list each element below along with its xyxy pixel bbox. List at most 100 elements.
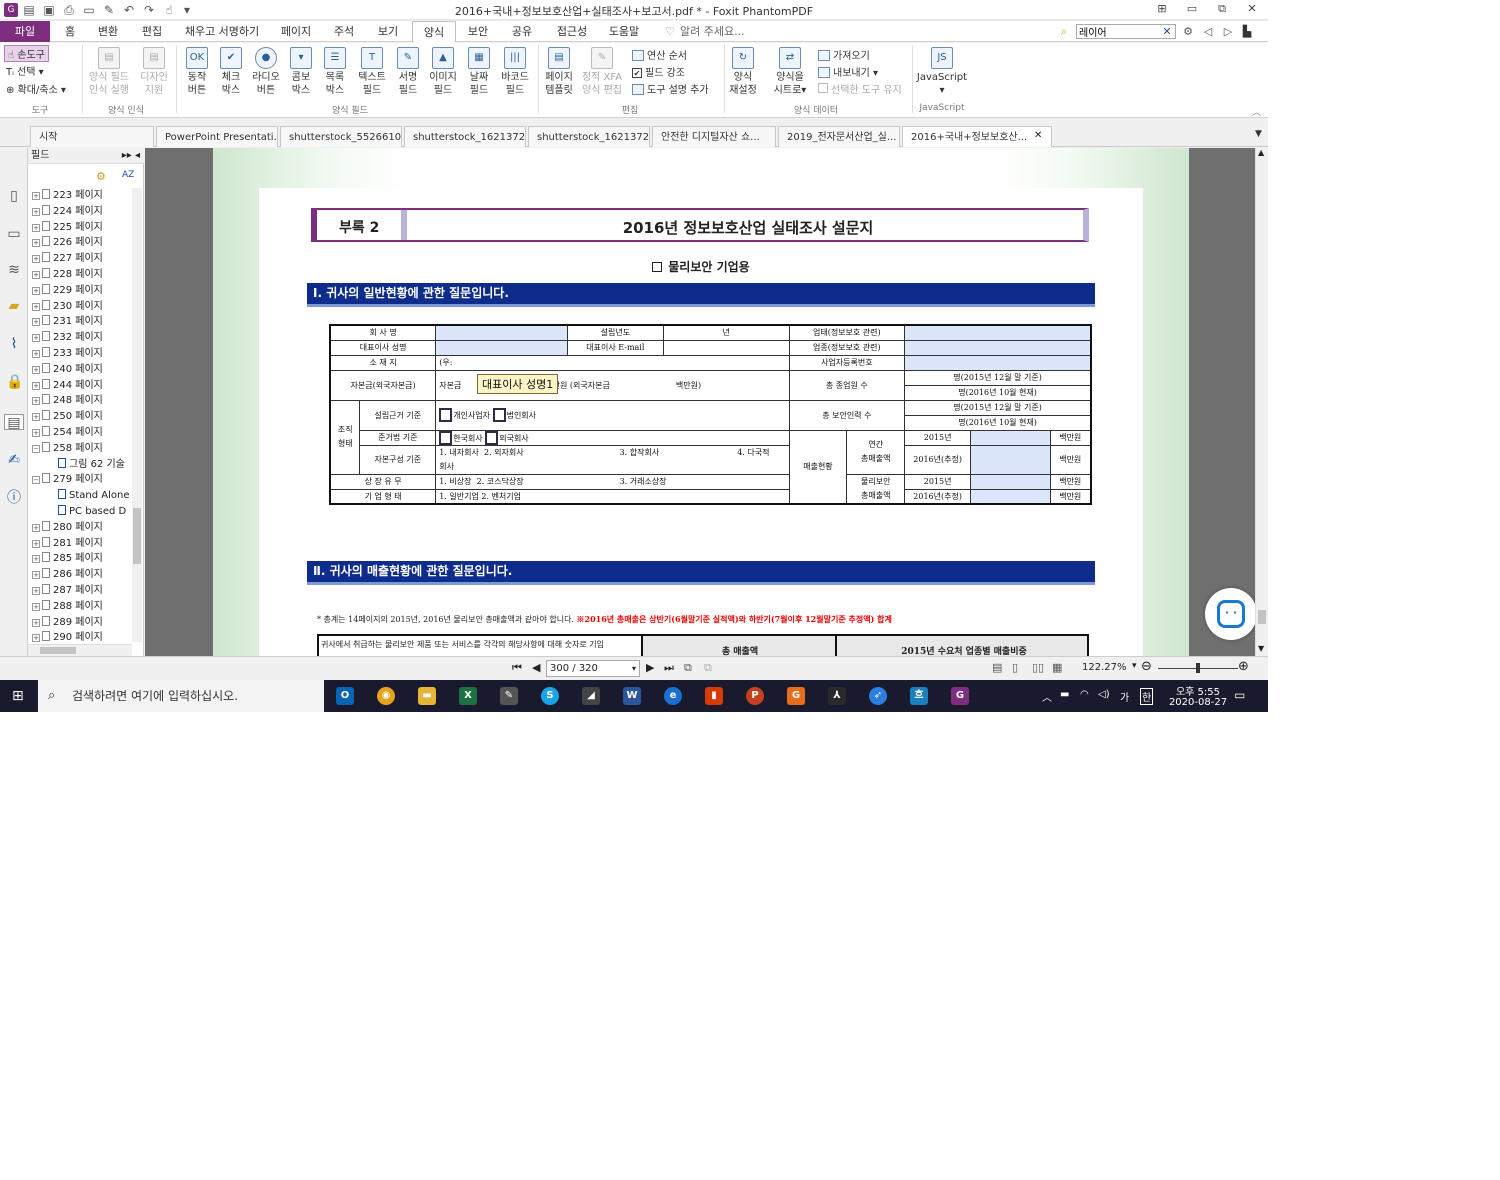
tray-chevron-icon[interactable]: ︿ [1042,689,1052,704]
expand-icon[interactable]: + [32,207,40,216]
scroll-up-icon[interactable]: ▲ [1258,148,1264,157]
doc-tab-active[interactable]: 2016+국내+정보보호산... [902,126,1052,147]
chrome-icon[interactable]: ◉ [377,687,395,705]
restore-icon[interactable]: ⊞ [1152,2,1172,18]
page-layout-icon[interactable]: ⧉ [684,661,692,675]
expand-icon[interactable]: + [32,271,40,279]
attachment-icon[interactable]: ⌇ [6,336,22,352]
edit-static-xfa-button[interactable]: ✎ 정적 XFA 양식 편집 [578,47,626,97]
pages-icon[interactable]: ▭ [6,226,22,242]
expand-icon[interactable]: + [32,413,40,422]
ceo-name-field[interactable] [435,339,568,356]
internet-explorer-icon[interactable]: e [664,687,682,705]
tab-convert[interactable]: 변환 [92,21,124,42]
signature-icon[interactable]: ✍ [6,452,22,468]
doc-tab-5[interactable]: 안전한 디지털자산 쇼... [652,126,776,147]
outlook-icon[interactable]: O [336,687,354,705]
tab-view[interactable]: 보기 [372,21,404,42]
excel-icon[interactable]: X [459,687,477,705]
import-button[interactable]: 가져오기 [818,47,870,62]
zoom-slider[interactable] [1158,663,1238,673]
signature-field-tool[interactable]: ✎ 서명 필드 [392,47,424,97]
expand-icon[interactable]: − [32,444,40,453]
expand-icon[interactable]: + [32,571,40,580]
settings-icon[interactable]: ⚙ [1180,21,1196,42]
tab-start[interactable]: 시작 [30,126,154,147]
checkbox-field[interactable] [439,430,453,445]
foxit-phantom-icon[interactable]: G [951,687,969,705]
annual-2016-field[interactable] [970,444,1051,475]
select-tool-button[interactable]: Tᵢ 선택 ▾ [6,63,44,78]
tree-page-item[interactable]: +225 페이지 [32,220,103,235]
checkbox-field[interactable] [439,408,453,422]
check-box-tool[interactable]: ✔ 체크 박스 [214,47,248,97]
tab-share[interactable]: 공유 [506,21,538,42]
tree-page-item[interactable]: +226 페이지 [32,235,103,250]
expand-icon[interactable]: + [32,350,40,358]
sort-az-icon[interactable]: AZ [122,170,134,180]
expand-icon[interactable]: + [32,523,40,532]
expand-icon[interactable]: + [32,239,40,248]
form-to-sheet-button[interactable]: ⇄ 양식을 시트로▾ [768,47,812,97]
image-field-tool[interactable]: ▲ 이미지 필드 [424,47,462,97]
calc-order-button[interactable]: 연산 순서 [632,47,687,62]
info-icon[interactable]: ⓘ [6,490,22,506]
keep-tool-checkbox[interactable]: 선택한 도구 유지 [818,81,902,96]
zoom-out-icon[interactable]: ⊖ [1141,659,1152,674]
tree-page-item[interactable]: +228 페이지 [32,267,103,282]
first-page-icon[interactable]: ⏮ [512,661,522,675]
battery-icon[interactable]: ▬ [1060,689,1069,700]
staff-2016-field[interactable]: 명(2016년 10월 현재) [904,414,1092,431]
tab-accessibility[interactable]: 접근성 [550,21,594,42]
document-scrollbar[interactable]: ▲ ▼ [1255,148,1268,656]
expand-icon[interactable]: + [32,302,40,311]
foxit-reader-icon[interactable]: G [787,687,805,705]
tree-page-item[interactable]: +286 페이지 [32,567,103,582]
close-tab-icon[interactable]: ✕ [1034,130,1042,141]
export-button[interactable]: 내보내기 ▾ [818,64,878,79]
annual-2015-field[interactable] [970,429,1051,446]
tab-file[interactable]: 파일 [0,21,50,42]
tree-page-item[interactable]: +224 페이지 [32,204,103,219]
tree-page-item[interactable]: +289 페이지 [32,615,103,630]
employees-2016-field[interactable]: 명(2016년 10월 현재) [904,384,1092,401]
tree-page-item[interactable]: +227 페이지 [32,251,103,266]
radio-button-tool[interactable]: ● 라디오 버튼 [248,47,284,97]
zoom-level[interactable]: 122.27% [1082,662,1127,673]
employees-2015-field[interactable]: 명(2015년 12월 말 기준) [904,369,1092,386]
minimize-button[interactable]: ▭ [1182,2,1202,18]
tree-page-item[interactable]: +232 페이지 [32,330,103,345]
tree-page-item[interactable]: +223 페이지 [32,188,103,203]
tree-page-item[interactable]: +240 페이지 [32,362,103,377]
doc-tab-6[interactable]: 2019_전자문서산업_실... [778,126,900,147]
acrobat-icon[interactable]: ⅄ [828,687,846,705]
expand-icon[interactable]: + [32,397,40,406]
two-continuous-icon[interactable]: ▦ [1052,661,1062,674]
tree-page-item[interactable]: +290 페이지 [32,630,103,644]
expand-icon[interactable]: + [32,192,40,200]
tree-page-item[interactable]: −258 페이지 [32,441,103,456]
expand-icon[interactable]: + [32,539,40,548]
tree-page-item[interactable]: +248 페이지 [32,393,103,408]
expand-icon[interactable]: + [32,318,40,327]
javascript-button[interactable]: JS JavaScript ▾ [916,47,968,97]
expand-icon[interactable]: + [32,429,40,437]
continuous-icon[interactable]: ▯ [1012,661,1018,674]
notification-icon[interactable]: ▭ [1234,688,1245,702]
windows-start-icon[interactable]: ⊞ [12,688,24,704]
fields-panel-icon[interactable]: ▤ [4,414,24,431]
ime-mode-icon[interactable]: 한 [1140,688,1154,705]
close-button[interactable]: ✕ [1242,2,1262,18]
tree-field-item[interactable]: 그림 62 기술 [58,457,125,472]
expand-icon[interactable]: + [32,255,40,264]
powerpoint-icon[interactable]: P [746,687,764,705]
hand-tool-button[interactable]: ☝ 손도구 [4,45,49,62]
barcode-field-tool[interactable]: ||| 바코드 필드 [496,47,534,97]
run-recognition-button[interactable]: ▤ 양식 필드 인식 실행 [86,47,132,97]
panel-collapse-icon[interactable]: ▸▸ ◂ [122,148,140,164]
doc-tab-4[interactable]: shutterstock_16213728... [528,126,650,147]
push-button-tool[interactable]: OK 동작 버튼 [180,47,214,97]
sector-field[interactable] [904,339,1092,356]
tree-page-item[interactable]: +231 페이지 [32,314,103,329]
expand-icon[interactable]: + [32,555,40,564]
